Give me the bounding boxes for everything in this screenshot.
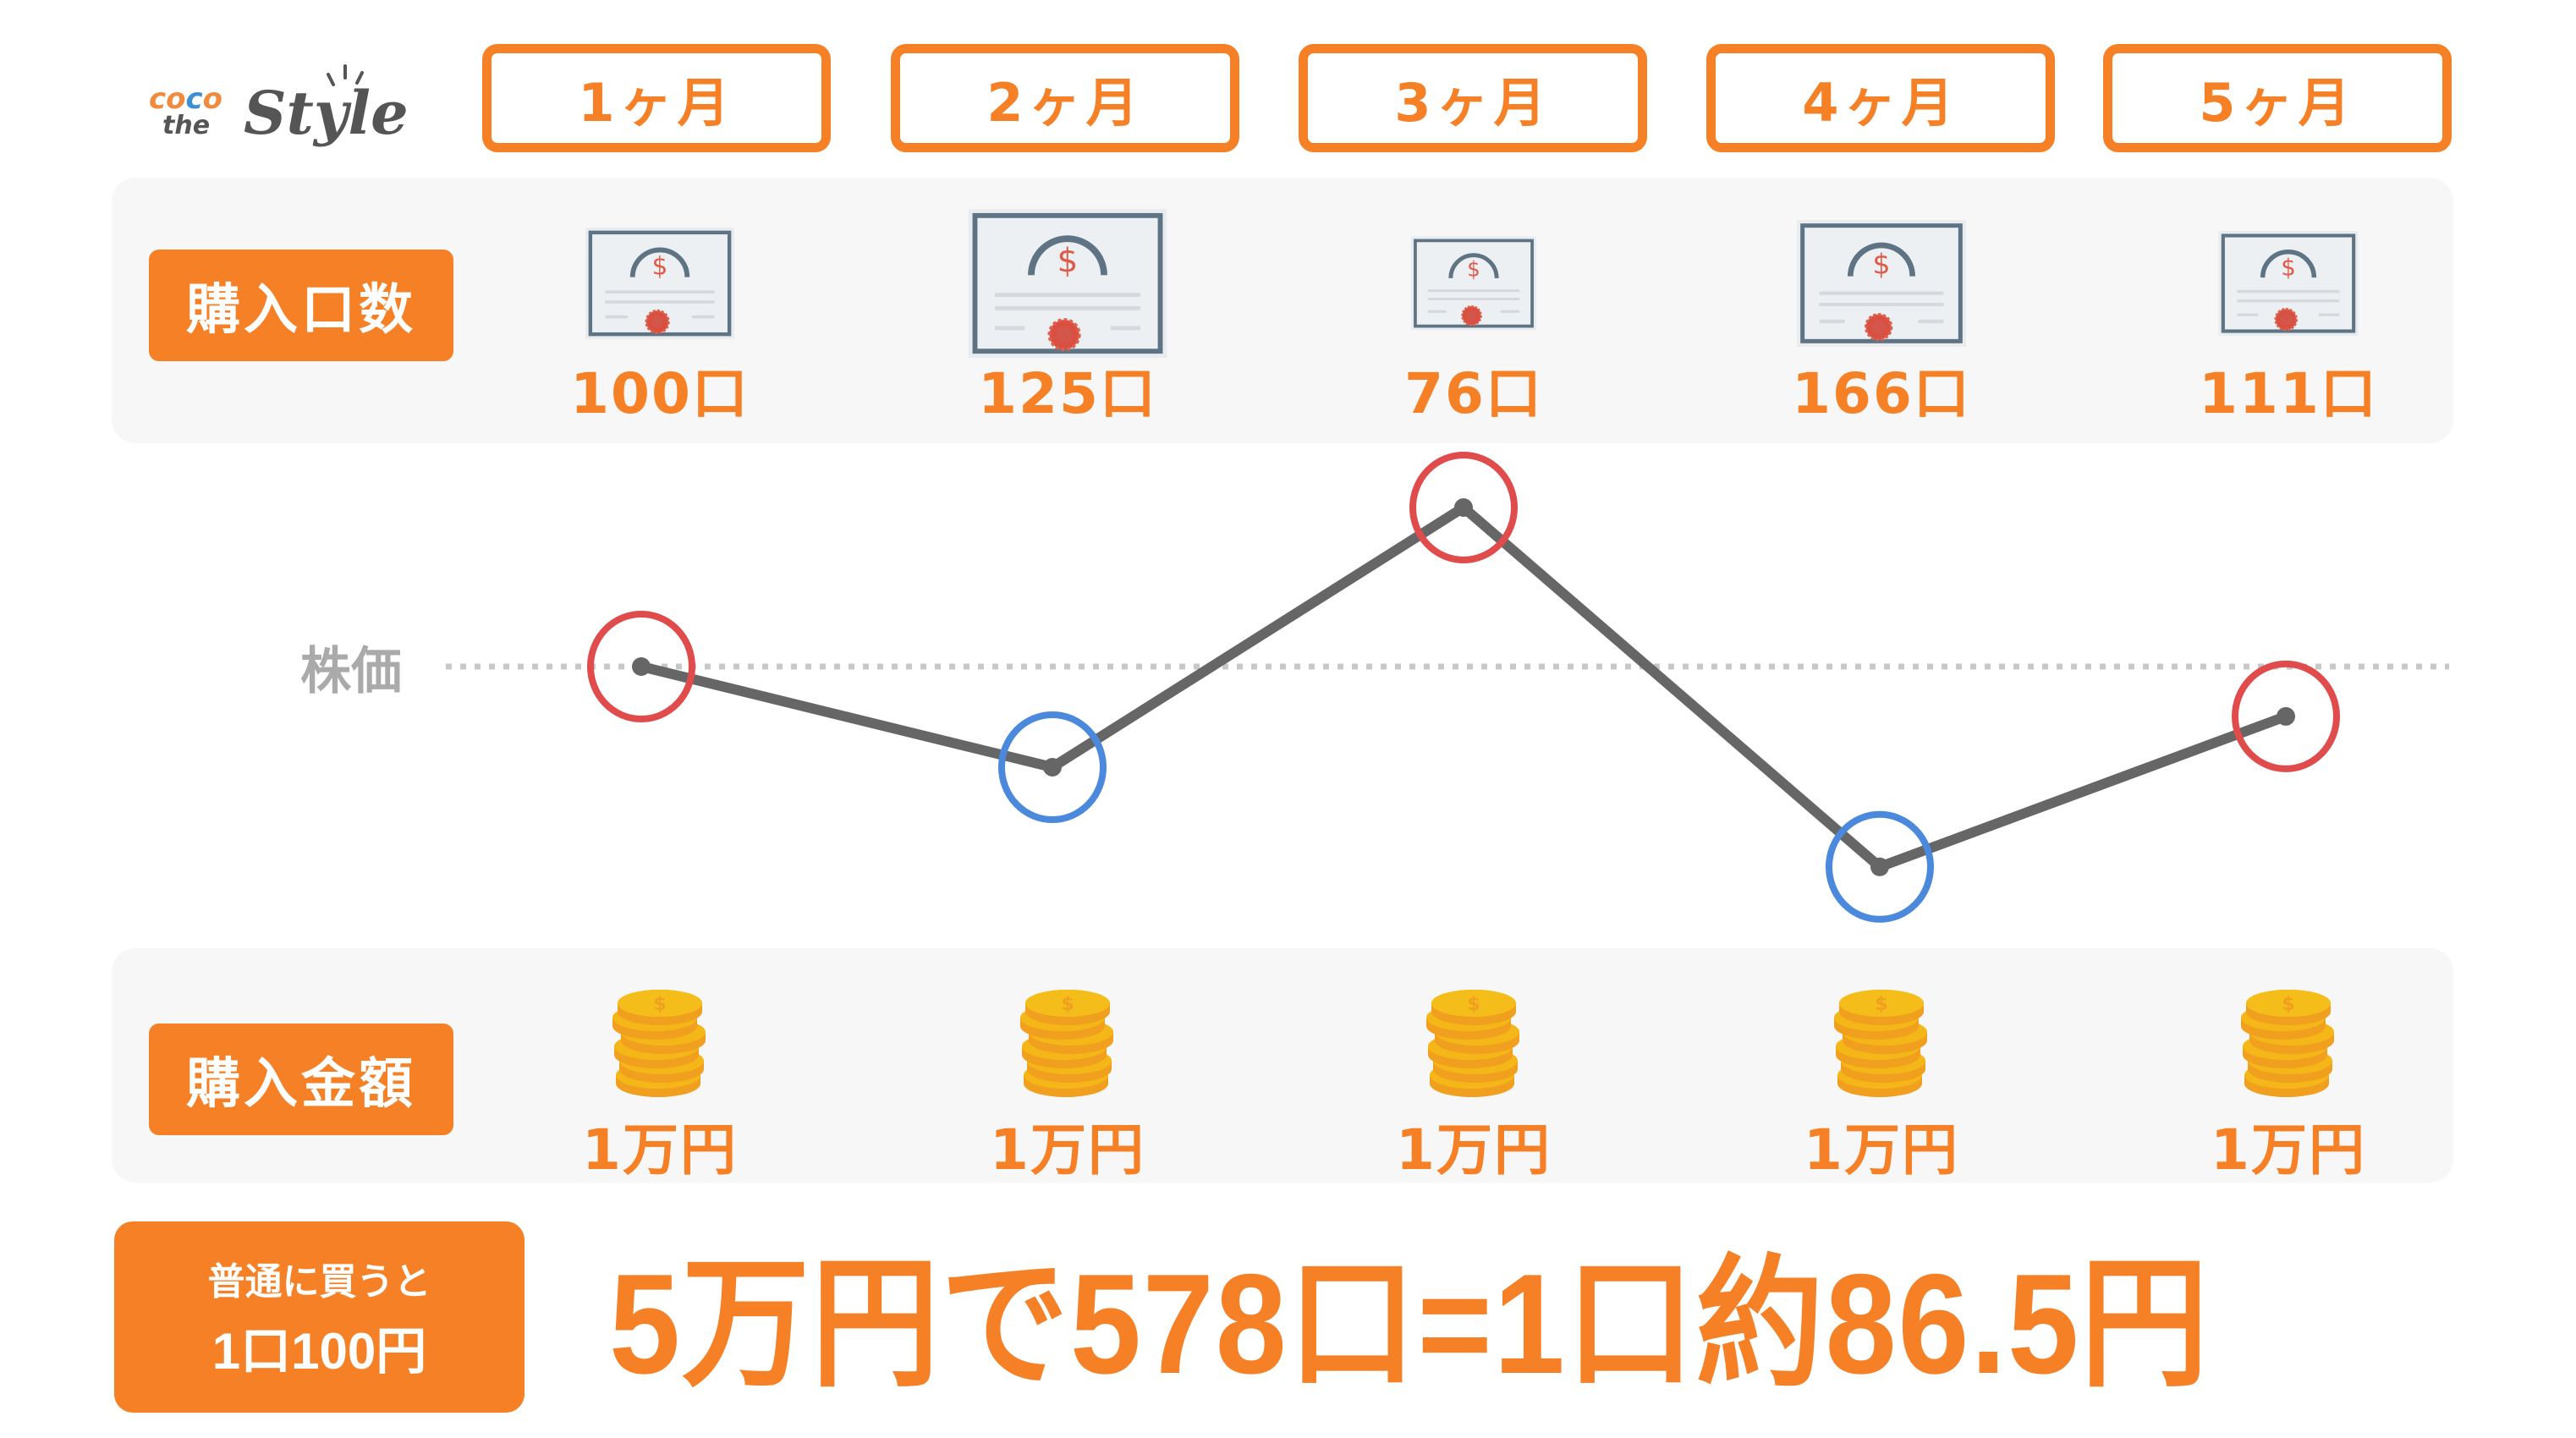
svg-text:$: $ [1057,242,1079,280]
stock-certificate-icon: $ [968,209,1167,358]
high-price-marker [1409,451,1518,563]
price-point [1043,758,1062,777]
amount-value: 1万円 [990,1117,1145,1183]
coin-stack-icon: $ [612,990,706,1097]
amount-panel [112,948,2453,1183]
logo-the: the [162,111,210,140]
shares-value: 100口 [570,361,750,426]
high-price-marker [2232,660,2340,772]
month-label: 2ヶ月 [986,72,1144,134]
stock-certificate-icon: $ [1411,236,1536,331]
amount-value: 1万円 [1396,1117,1552,1183]
low-price-marker [998,711,1107,823]
stock-certificate-icon: $ [585,228,734,339]
shares-panel [112,178,2453,443]
coin-stack-icon: $ [1020,990,1113,1097]
shares-value: 111口 [2199,361,2378,426]
normal-purchase-line2: 1口100円 [211,1322,427,1380]
logo-style: Style [244,78,409,148]
shares-value: 125口 [978,361,1157,426]
month-label: 5ヶ月 [2199,72,2356,134]
high-price-marker [587,611,695,722]
month-header-5: 5ヶ月 [2103,44,2452,152]
amount-value: 1万円 [1804,1117,1959,1183]
normal-purchase-line1: 普通に買うと [207,1260,431,1303]
summary-result: 5万円で578口=1口約86.5円 [609,1244,2211,1403]
svg-text:$: $ [653,994,666,1015]
svg-text:$: $ [1061,994,1074,1015]
month-label: 4ヶ月 [1802,72,1959,134]
month-header-1: 1ヶ月 [482,44,831,152]
low-price-marker [1826,810,1934,923]
shares-row-label: 購入口数 [149,250,453,361]
stock-certificate-icon: $ [2218,231,2359,336]
month-label: 1ヶ月 [578,72,735,134]
month-header-3: 3ヶ月 [1299,44,1647,152]
svg-text:$: $ [652,252,668,281]
shares-value: 166口 [1792,361,1971,426]
normal-purchase-note: 普通に買うと 1口100円 [114,1221,525,1413]
month-header-2: 2ヶ月 [891,44,1239,152]
svg-text:$: $ [2281,254,2296,281]
svg-text:$: $ [2282,994,2294,1015]
stock-certificate-icon: $ [1797,220,1966,347]
price-axis-label: 株価 [300,642,402,701]
svg-text:$: $ [1872,247,1890,280]
svg-text:$: $ [1875,994,1887,1015]
price-point [1870,857,1889,876]
price-line [640,502,2288,872]
svg-text:$: $ [1467,256,1480,281]
amount-value: 1万円 [582,1117,738,1183]
amount-value: 1万円 [2211,1117,2366,1183]
price-point [1454,497,1473,517]
month-label: 3ヶ月 [1394,72,1552,134]
amount-row-label: 購入金額 [149,1024,453,1135]
price-point [2277,706,2295,726]
shares-value: 76口 [1404,361,1543,426]
coin-stack-icon: $ [1834,990,1927,1097]
month-header-4: 4ヶ月 [1706,44,2055,152]
price-point [632,657,651,676]
svg-text:$: $ [1467,994,1480,1015]
coin-stack-icon: $ [2241,990,2334,1097]
coin-stack-icon: $ [1426,990,1519,1097]
coco-the-style-logo: coco the Style [144,59,415,152]
